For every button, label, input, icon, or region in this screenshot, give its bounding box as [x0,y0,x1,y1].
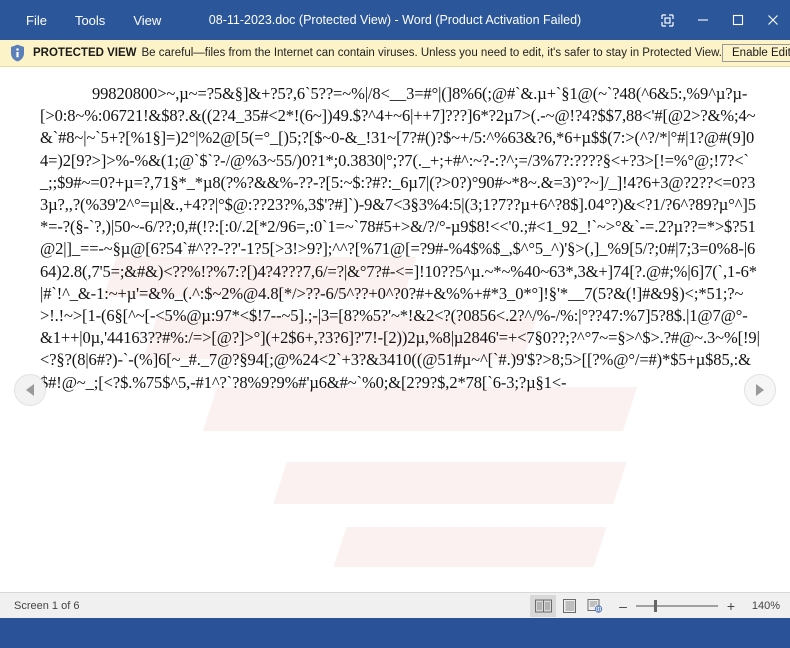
shield-icon [11,44,24,62]
window-bottom-frame [0,618,790,623]
document-page: 99820800>~,µ~=?5&§]&+?5?,6`5??=~%|/8<__3… [0,67,790,592]
status-bar: Screen 1 of 6 – + 140% [0,592,790,618]
minimize-button[interactable] [685,0,720,40]
zoom-controls: – + 140% [616,598,780,614]
enable-editing-button[interactable]: Enable Editing [722,44,790,62]
close-button[interactable] [755,0,790,40]
zoom-out-button[interactable]: – [616,599,630,613]
maximize-button[interactable] [720,0,755,40]
menu-tools[interactable]: Tools [61,8,119,33]
protected-view-message: Be careful—files from the Internet can c… [141,47,722,59]
chevron-left-icon [26,384,34,396]
web-layout-icon [587,598,603,613]
zoom-slider-track [636,604,718,607]
print-layout-icon [562,598,576,613]
read-mode-icon [534,599,552,612]
screen-count-label: Screen 1 of 6 [14,599,80,612]
document-body-text: 99820800>~,µ~=?5&§]&+?5?,6`5??=~%|/8<__3… [40,84,760,392]
zoom-slider-thumb[interactable] [654,599,657,612]
menu-bar: File Tools View [12,8,175,33]
next-screen-button[interactable] [744,374,776,406]
zoom-in-button[interactable]: + [724,599,738,613]
document-area[interactable]: 99820800>~,µ~=?5&§]&+?5?,6`5??=~%|/8<__3… [0,67,790,592]
protected-view-badge: PROTECTED VIEW [33,47,137,59]
menu-view[interactable]: View [119,8,175,33]
ribbon-display-options-icon[interactable] [650,0,685,40]
word-window: File Tools View 08-11-2023.doc (Protecte… [0,0,790,648]
protected-view-bar: PROTECTED VIEW Be careful—files from the… [0,40,790,67]
previous-screen-button[interactable] [14,374,46,406]
web-layout-button[interactable] [582,595,608,617]
zoom-level-label[interactable]: 140% [744,600,780,612]
read-mode-button[interactable] [530,594,556,617]
zoom-slider[interactable] [636,598,718,614]
title-bar: File Tools View 08-11-2023.doc (Protecte… [0,0,790,40]
chevron-right-icon [756,384,764,396]
caption-buttons [650,0,790,40]
print-layout-button[interactable] [556,595,582,617]
menu-file[interactable]: File [12,8,61,33]
status-bar-right: – + 140% [530,594,780,617]
